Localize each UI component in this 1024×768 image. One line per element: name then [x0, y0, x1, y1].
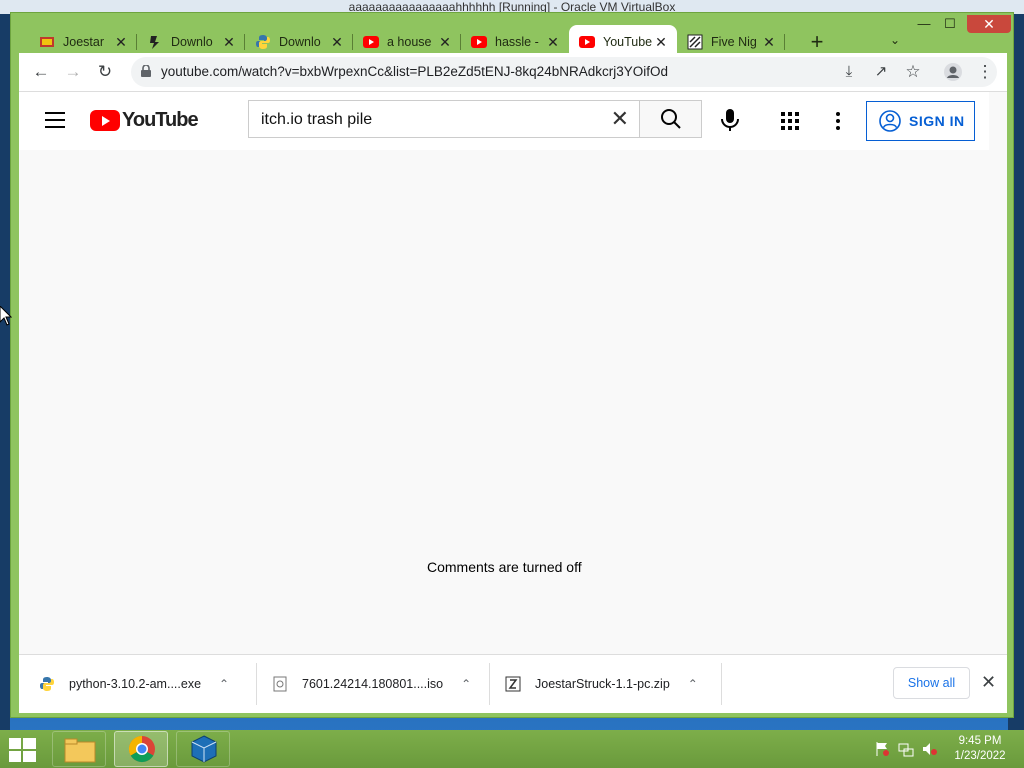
back-arrow-icon[interactable]: ← [31, 62, 51, 82]
chrome-taskbar-button[interactable] [114, 731, 168, 767]
youtube-favicon-icon [363, 34, 379, 50]
chevron-up-icon[interactable]: ⌃ [219, 677, 229, 691]
tab-search-chevron-icon[interactable]: ⌄ [885, 33, 905, 53]
explorer-taskbar-button[interactable] [52, 731, 106, 767]
divider [489, 663, 490, 705]
joestar-favicon-icon [39, 34, 55, 50]
tab-title: YouTube [603, 35, 653, 49]
tab-close-icon[interactable]: ✕ [545, 34, 561, 50]
download-item-iso[interactable]: 7601.24214.180801....iso ⌃ [272, 655, 471, 713]
account-circle-icon [879, 110, 901, 132]
tab-close-icon[interactable]: ✕ [761, 34, 777, 50]
chrome-menu-icon[interactable]: ⋮ [975, 62, 995, 82]
tab-title: Joestar [63, 35, 104, 49]
chevron-up-icon[interactable]: ⌃ [461, 677, 471, 691]
download-filename: python-3.10.2-am....exe [69, 677, 202, 691]
new-tab-button[interactable]: + [805, 31, 829, 55]
download-favicon-icon [147, 34, 163, 50]
windows-taskbar: 9:45 PM 1/23/2022 [0, 730, 1024, 768]
download-item-python[interactable]: python-3.10.2-am....exe ⌃ [39, 655, 229, 713]
download-item-zip[interactable]: JoestarStruck-1.1-pc.zip ⌃ [505, 655, 698, 713]
network-icon[interactable] [898, 741, 914, 757]
sign-in-label: SIGN IN [909, 113, 965, 129]
action-center-flag-icon[interactable] [874, 741, 890, 757]
divider [721, 663, 722, 705]
tab-close-icon[interactable]: ✕ [221, 34, 237, 50]
youtube-favicon-icon [579, 34, 595, 50]
install-download-icon[interactable]: ⤓ [839, 62, 859, 82]
search-input[interactable]: itch.io trash pile ✕ [248, 100, 639, 138]
tab-title: Five Nig [711, 35, 757, 49]
tab-title: a house [387, 35, 432, 49]
bookmark-star-icon[interactable]: ☆ [903, 62, 923, 82]
fnaf-favicon-icon [687, 34, 703, 50]
youtube-play-icon [90, 109, 120, 131]
download-filename: 7601.24214.180801....iso [302, 677, 444, 691]
sign-in-button[interactable]: SIGN IN [866, 101, 975, 141]
virtualbox-cube-icon [191, 735, 217, 763]
lock-icon [141, 65, 151, 77]
tab-close-icon[interactable]: ✕ [113, 34, 129, 50]
forward-arrow-icon[interactable]: → [63, 62, 83, 82]
url-text: youtube.com/watch?v=bxbWrpexnCc&list=PLB… [161, 64, 668, 79]
search-icon [661, 109, 681, 129]
browser-toolbar: ← → ↻ youtube.com/watch?v=bxbWrpexnCc&li… [19, 53, 1007, 92]
chevron-up-icon[interactable]: ⌃ [688, 677, 698, 691]
divider [256, 663, 257, 705]
download-shelf: python-3.10.2-am....exe ⌃ 7601.24214.180… [19, 654, 1007, 713]
mouse-cursor-icon [0, 306, 12, 326]
chrome-logo-icon [128, 735, 155, 763]
tab-title: hassle - [495, 35, 539, 49]
youtube-favicon-icon [471, 34, 487, 50]
reload-icon[interactable]: ↻ [95, 62, 115, 82]
share-icon[interactable]: ↗ [871, 62, 891, 82]
volume-muted-icon[interactable] [922, 741, 938, 757]
comments-disabled-message: Comments are turned off [427, 559, 582, 575]
python-file-icon [40, 677, 54, 691]
python-favicon-icon [255, 34, 271, 50]
host-desktop-left [0, 14, 10, 730]
zip-file-icon [505, 676, 521, 692]
tab-title: Downlo [279, 35, 321, 49]
youtube-logo-text: YouTube [122, 108, 199, 131]
tab-close-icon[interactable]: ✕ [329, 34, 345, 50]
virtualbox-taskbar-button[interactable] [176, 731, 230, 767]
youtube-page: YouTube itch.io trash pile ✕ SIGN IN Com… [19, 92, 1007, 654]
close-shelf-icon[interactable]: ✕ [981, 672, 996, 693]
folder-icon [64, 738, 96, 763]
tab-close-icon[interactable]: ✕ [653, 34, 669, 50]
address-bar[interactable]: youtube.com/watch?v=bxbWrpexnCc&list=PLB… [131, 57, 997, 87]
download-filename: JoestarStruck-1.1-pc.zip [535, 677, 670, 691]
hamburger-menu-icon[interactable] [45, 112, 65, 128]
clock-date: 1/23/2022 [954, 750, 1006, 762]
disc-file-icon [273, 676, 287, 692]
profile-avatar-icon[interactable] [943, 62, 963, 82]
clock-time: 9:45 PM [958, 735, 1002, 747]
windows-start-icon[interactable] [8, 737, 38, 763]
settings-kebab-icon[interactable] [835, 111, 841, 131]
apps-grid-icon[interactable] [781, 112, 799, 130]
system-clock[interactable]: 9:45 PM 1/23/2022 [950, 734, 1010, 764]
microphone-icon[interactable] [719, 108, 741, 132]
search-query: itch.io trash pile [261, 111, 373, 128]
clear-search-icon[interactable]: ✕ [611, 107, 629, 131]
youtube-header: YouTube itch.io trash pile ✕ SIGN IN [19, 92, 989, 150]
chrome-window: — ☐ ✕ Joestar ✕ Downlo ✕ Downlo ✕ a hous… [10, 12, 1014, 718]
tab-title: Downlo [171, 35, 213, 49]
show-all-downloads-button[interactable]: Show all [893, 667, 970, 699]
search-button[interactable] [639, 100, 702, 138]
tab-close-icon[interactable]: ✕ [437, 34, 453, 50]
youtube-logo[interactable]: YouTube [90, 108, 199, 131]
